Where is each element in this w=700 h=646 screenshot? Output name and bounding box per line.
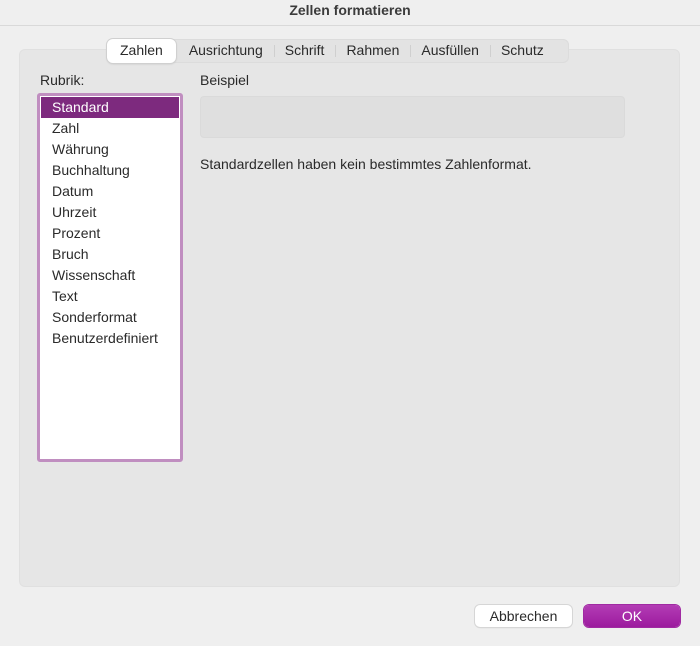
- tab-bar: Zahlen Ausrichtung Schrift Rahmen Ausfül…: [107, 39, 569, 63]
- category-list[interactable]: Standard Zahl Währung Buchhaltung Datum …: [37, 93, 183, 462]
- tab-rahmen[interactable]: Rahmen: [335, 39, 410, 63]
- tab-ausrichtung[interactable]: Ausrichtung: [178, 39, 274, 63]
- dialog-title: Zellen formatieren: [0, 0, 700, 26]
- sample-label: Beispiel: [200, 72, 250, 88]
- tab-zahlen[interactable]: Zahlen: [107, 39, 176, 63]
- category-item-wissenschaft[interactable]: Wissenschaft: [41, 265, 179, 286]
- category-item-sonderformat[interactable]: Sonderformat: [41, 307, 179, 328]
- cancel-button[interactable]: Abbrechen: [475, 605, 572, 627]
- sample-preview: [200, 96, 625, 138]
- category-item-prozent[interactable]: Prozent: [41, 223, 179, 244]
- category-item-bruch[interactable]: Bruch: [41, 244, 179, 265]
- category-item-benutzerdefiniert[interactable]: Benutzerdefiniert: [41, 328, 179, 349]
- ok-button[interactable]: OK: [584, 605, 680, 627]
- tab-schutz[interactable]: Schutz: [489, 39, 555, 63]
- category-item-datum[interactable]: Datum: [41, 181, 179, 202]
- category-item-uhrzeit[interactable]: Uhrzeit: [41, 202, 179, 223]
- format-description: Standardzellen haben kein bestimmtes Zah…: [200, 156, 532, 172]
- category-item-text[interactable]: Text: [41, 286, 179, 307]
- category-item-buchhaltung[interactable]: Buchhaltung: [41, 160, 179, 181]
- tab-ausfuellen[interactable]: Ausfüllen: [410, 39, 490, 63]
- category-item-waehrung[interactable]: Währung: [41, 139, 179, 160]
- category-item-zahl[interactable]: Zahl: [41, 118, 179, 139]
- category-item-standard[interactable]: Standard: [41, 97, 179, 118]
- tab-schrift[interactable]: Schrift: [273, 39, 336, 63]
- category-label: Rubrik:: [40, 72, 85, 88]
